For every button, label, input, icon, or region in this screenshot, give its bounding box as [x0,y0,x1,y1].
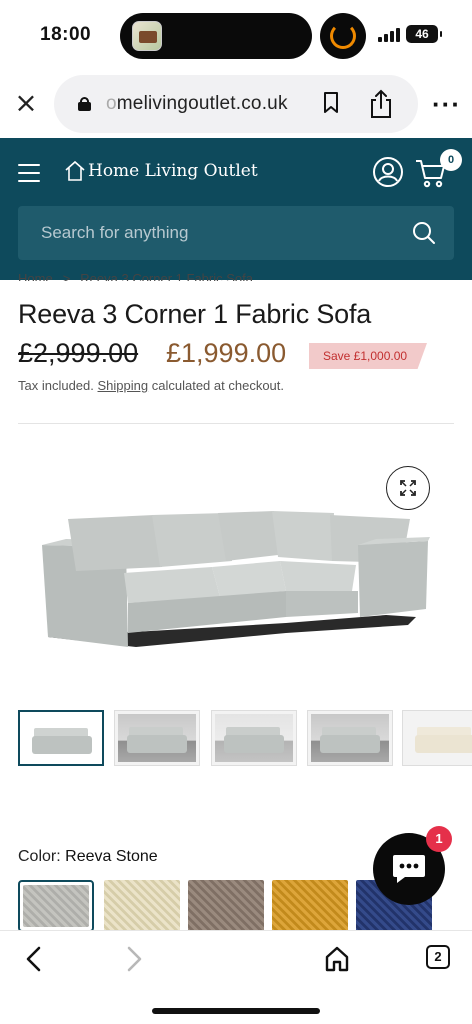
share-icon[interactable] [368,89,394,119]
product-image[interactable] [36,505,436,655]
site-header: Home Living Outlet 0 Search for anything [0,138,472,280]
site-logo[interactable]: Home Living Outlet [64,159,258,183]
expand-icon [400,480,416,496]
dynamic-island [120,13,312,59]
thumbnail[interactable] [211,710,297,766]
swatch-mustard[interactable] [272,880,348,932]
thumbnail[interactable] [18,710,104,766]
url-text[interactable]: omelivingoutlet.co.uk [106,93,288,115]
thumbnail[interactable] [307,710,393,766]
zoom-button[interactable] [386,466,430,510]
thumbnail[interactable] [114,710,200,766]
back-icon[interactable] [22,945,46,973]
color-label: Color: Reeva Stone [18,848,158,865]
search-icon[interactable] [412,221,436,245]
search-input[interactable]: Search for anything [18,206,454,260]
sale-price: £1,999.00 [166,338,287,368]
swatch-reeva-stone[interactable] [18,880,94,932]
thumbnail[interactable] [402,710,472,766]
original-price: £2,999.00 [18,338,139,368]
status-time: 18:00 [40,24,92,45]
app-thumbnail-icon [132,21,162,51]
product-title: Reeva 3 Corner 1 Fabric Sofa [18,299,372,329]
status-bar: 18:00 46 [0,0,472,70]
address-bar[interactable]: omelivingoutlet.co.uk [54,75,418,133]
home-icon[interactable] [324,945,350,973]
menu-icon[interactable] [18,164,40,182]
chat-icon [393,855,425,883]
selected-color: Reeva Stone [65,848,158,865]
tabs-button[interactable]: 2 [426,945,450,969]
house-logo-icon [65,160,85,181]
home-indicator [152,1008,320,1014]
tax-note: Tax included. Shipping calculated at che… [18,378,284,393]
chat-notification-badge: 1 [426,826,452,852]
cart-count-badge: 0 [440,149,462,171]
timer-icon [320,13,366,59]
browser-url-row: × omelivingoutlet.co.uk ··· [0,70,472,138]
bookmark-icon[interactable] [323,92,339,114]
logo-text: Home Living Outlet [88,161,258,181]
lock-icon [78,97,91,111]
more-options-icon[interactable]: ··· [432,91,461,117]
forward-icon[interactable] [122,945,146,973]
swatch-mink[interactable] [188,880,264,932]
swatch-cream[interactable] [104,880,180,932]
signal-icon [378,28,400,42]
account-icon[interactable] [372,156,404,188]
search-placeholder: Search for anything [41,223,189,242]
breadcrumb-current: Reeva 3 Corner 1 Fabric Sofa [80,271,253,281]
divider [18,423,454,424]
breadcrumb-home[interactable]: Home [18,271,53,281]
shipping-link[interactable]: Shipping [98,378,149,393]
battery-icon: 46 [406,25,442,43]
close-icon[interactable]: × [12,89,40,118]
thumbnail-strip [18,710,472,766]
breadcrumb: Home > Reeva 3 Corner 1 Fabric Sofa [18,271,253,281]
savings-badge: Save £1,000.00 [309,343,427,369]
